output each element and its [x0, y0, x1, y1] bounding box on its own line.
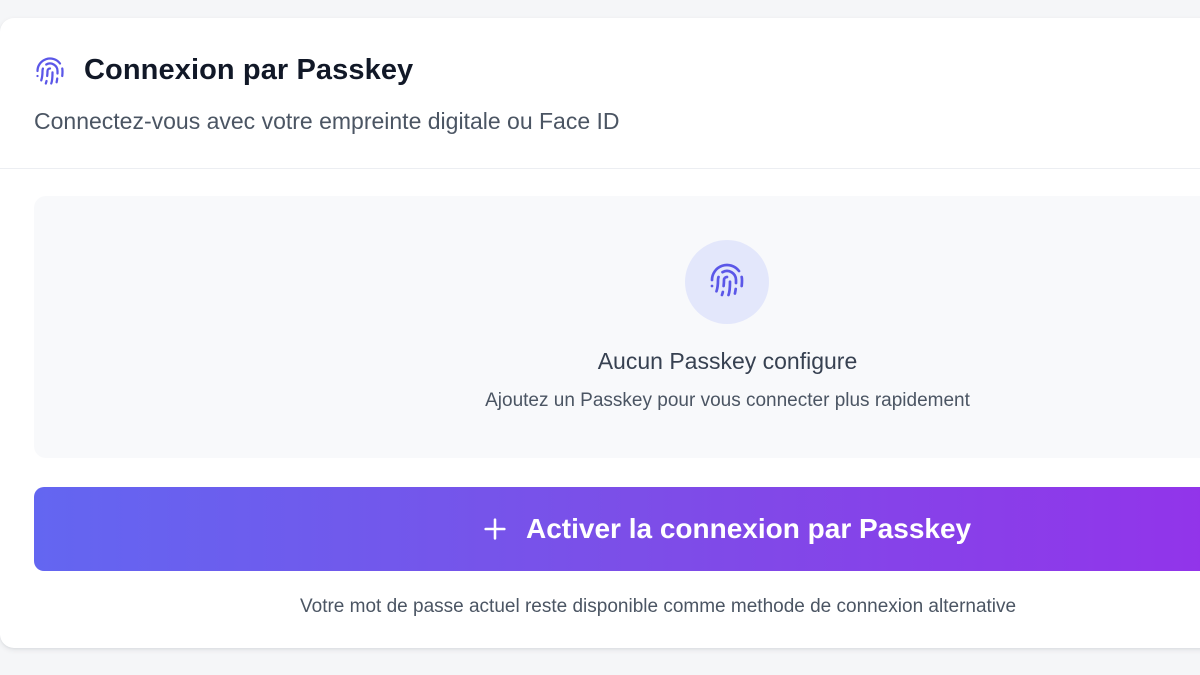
fingerprint-icon [34, 55, 66, 87]
empty-state-description: Ajoutez un Passkey pour vous connecter p… [485, 390, 970, 411]
enable-passkey-button[interactable]: Activer la connexion par Passkey [34, 487, 1200, 571]
fingerprint-icon [709, 262, 745, 303]
empty-state-title: Aucun Passkey configure [597, 348, 858, 374]
alternative-login-note: Votre mot de passe actuel reste disponib… [300, 596, 1017, 617]
plus-icon [480, 514, 510, 544]
empty-state-panel: Aucun Passkey configure Ajoutez un Passk… [34, 196, 1200, 458]
passkey-card: Connexion par Passkey Connectez-vous ave… [0, 18, 1200, 648]
page-subtitle: Connectez-vous avec votre empreinte digi… [34, 108, 620, 134]
enable-passkey-label: Activer la connexion par Passkey [526, 513, 972, 544]
title-row: Connexion par Passkey [34, 54, 413, 87]
card-header: Connexion par Passkey Connectez-vous ave… [0, 18, 1200, 169]
icon-circle [685, 240, 769, 324]
page-title: Connexion par Passkey [84, 54, 414, 86]
